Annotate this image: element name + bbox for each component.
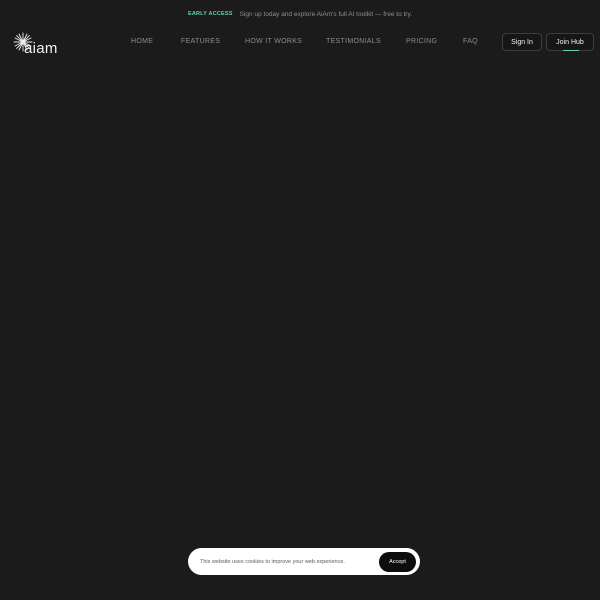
join-hub-label: Join Hub [556, 38, 584, 46]
page: EARLY ACCESS Sign up today and explore A… [0, 0, 600, 600]
nav-how-it-works[interactable]: HOW IT WORKS [245, 38, 302, 45]
announcement-bar: EARLY ACCESS Sign up today and explore A… [0, 0, 600, 28]
nav-features[interactable]: FEATURES [181, 38, 220, 45]
nav-home[interactable]: HOME [131, 38, 153, 45]
cookie-banner: This website uses cookies to improve you… [188, 548, 420, 575]
join-hub-button[interactable]: Join Hub [546, 33, 594, 51]
nav-testimonials[interactable]: TESTIMONIALS [326, 38, 381, 45]
accept-cookies-button[interactable]: Accept [379, 551, 416, 572]
sign-in-button[interactable]: Sign In [502, 33, 542, 51]
cookie-banner-text: This website uses cookies to improve you… [200, 558, 345, 565]
site-header: aiam HOME FEATURES HOW IT WORKS TESTIMON… [0, 28, 600, 58]
nav-pricing[interactable]: PRICING [406, 38, 437, 45]
announcement-tag: EARLY ACCESS [187, 11, 233, 17]
join-hub-accent-line [563, 50, 579, 51]
nav-faq[interactable]: FAQ [463, 38, 478, 45]
announcement-text: Sign up today and explore AiAm's full AI… [239, 10, 413, 18]
